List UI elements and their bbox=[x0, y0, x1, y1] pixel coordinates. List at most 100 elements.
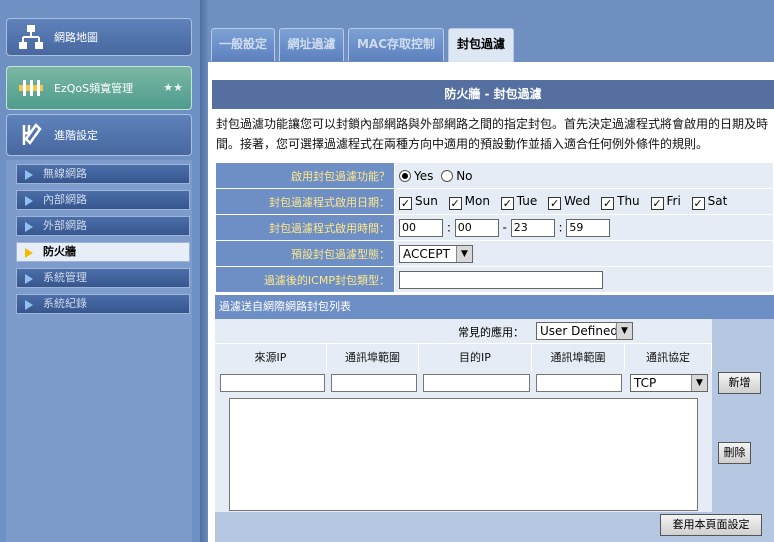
select-value: ACCEPT bbox=[403, 246, 450, 261]
day-label: Sun bbox=[415, 193, 438, 208]
filter-time-label: 封包過濾程式啟用時間： bbox=[215, 214, 395, 241]
time-separator: : bbox=[558, 220, 563, 234]
main-content: 防火牆 - 封包過濾 封包過濾功能讓您可以封鎖內部網路與外部網路之間的指定封包。… bbox=[208, 62, 774, 542]
qos-bandwidth-icon bbox=[19, 80, 43, 96]
col-destination-ip: 目的IP bbox=[419, 344, 532, 372]
sun-checkbox[interactable]: ✓ bbox=[399, 196, 412, 210]
default-filter-type-label: 預設封包過濾型態： bbox=[215, 240, 395, 267]
destination-port-input[interactable] bbox=[536, 374, 622, 392]
page-description: 封包過濾功能讓您可以封鎖內部網路與外部網路之間的指定封包。首先決定過濾程式將會啟… bbox=[216, 114, 772, 154]
sat-checkbox[interactable]: ✓ bbox=[691, 196, 705, 210]
apply-settings-button[interactable]: 套用本頁面設定 bbox=[660, 514, 762, 536]
advanced-settings-button[interactable]: 進階設定 bbox=[6, 114, 192, 156]
common-app-row: 常見的應用： User Defined ▼ bbox=[215, 319, 712, 344]
sidebar-item-label: 外部網路 bbox=[43, 219, 87, 232]
select-value: User Defined bbox=[540, 324, 618, 338]
tab-mac-filter[interactable]: MAC存取控制 bbox=[348, 28, 444, 61]
sidebar-item-label: 防火牆 bbox=[43, 245, 76, 258]
col-source-ip: 來源IP bbox=[215, 344, 327, 372]
sidebar: 網路地圖 EzQoS頻寬管理 ★★ 進階設定 無線網路 內部網路 外部網路 防火… bbox=[0, 0, 200, 542]
time-separator: : bbox=[446, 220, 451, 234]
protocol-select[interactable]: TCP ▼ bbox=[630, 374, 708, 392]
no-label: No bbox=[456, 168, 473, 183]
day-label: Fri bbox=[666, 193, 681, 208]
end-hour-input[interactable]: 23 bbox=[510, 218, 555, 237]
arrow-icon bbox=[25, 196, 33, 206]
sidebar-item-wireless[interactable]: 無線網路 bbox=[16, 164, 190, 184]
sidebar-item-label: 系統管理 bbox=[43, 271, 87, 284]
tab-label: 封包過濾 bbox=[456, 37, 505, 51]
advanced-submenu: 無線網路 內部網路 外部網路 防火牆 系統管理 系統紀錄 bbox=[6, 160, 192, 542]
enable-no-radio[interactable] bbox=[441, 169, 454, 182]
chevron-down-icon: ▼ bbox=[691, 375, 707, 391]
start-hour-input[interactable]: 00 bbox=[399, 218, 443, 237]
filter-settings-form: 啟用封包過濾功能？ Yes No 封包過濾程式啟用日期： ✓ Sun ✓ Mon ✓… bbox=[215, 162, 774, 293]
common-app-label: 常見的應用： bbox=[458, 326, 524, 339]
yes-label: Yes bbox=[414, 168, 434, 183]
stars-icon: ★★ bbox=[163, 81, 183, 94]
ezqos-label: EzQoS頻寬管理 bbox=[54, 82, 134, 95]
time-range-dash: - bbox=[502, 220, 507, 234]
end-minute-input[interactable]: 59 bbox=[566, 218, 611, 237]
description-line: 封包過濾功能讓您可以封鎖內部網路與外部網路之間的指定封包。首先決定過濾程式將會啟… bbox=[216, 117, 769, 131]
delete-rule-button[interactable]: 刪除 bbox=[718, 442, 751, 464]
network-map-label: 網路地圖 bbox=[54, 31, 98, 44]
source-ip-input[interactable] bbox=[220, 374, 325, 392]
col-protocol: 通訊協定 bbox=[625, 344, 712, 372]
tab-label: 網址過濾 bbox=[287, 37, 336, 51]
enable-filter-label: 啟用封包過濾功能？ bbox=[215, 162, 395, 189]
tools-icon bbox=[22, 123, 42, 145]
ezqos-button[interactable]: EzQoS頻寬管理 ★★ bbox=[6, 66, 192, 110]
enable-yes-radio[interactable] bbox=[399, 169, 411, 182]
thu-checkbox[interactable]: ✓ bbox=[601, 196, 615, 210]
tab-label: 一般設定 bbox=[218, 37, 267, 51]
tab-label: MAC存取控制 bbox=[356, 37, 436, 51]
icmp-type-input[interactable] bbox=[399, 270, 603, 289]
chevron-down-icon: ▼ bbox=[616, 323, 632, 339]
day-label: Sat bbox=[707, 193, 728, 208]
col-source-port: 通訊埠範圍 bbox=[327, 344, 419, 372]
arrow-icon bbox=[25, 222, 33, 232]
sidebar-item-lan[interactable]: 內部網路 bbox=[16, 190, 190, 210]
add-rule-button[interactable]: 新增 bbox=[718, 372, 761, 394]
start-minute-input[interactable]: 00 bbox=[454, 218, 499, 237]
tab-packet-filter[interactable]: 封包過濾 bbox=[448, 28, 514, 62]
sidebar-item-firewall[interactable]: 防火牆 bbox=[16, 242, 190, 262]
arrow-icon bbox=[25, 274, 33, 284]
arrow-icon bbox=[25, 170, 33, 180]
default-filter-type-select[interactable]: ACCEPT ▼ bbox=[399, 244, 473, 263]
tab-general[interactable]: 一般設定 bbox=[211, 28, 275, 61]
network-map-icon bbox=[19, 25, 43, 49]
tab-url-filter[interactable]: 網址過濾 bbox=[279, 28, 344, 61]
sidebar-item-system-log[interactable]: 系統紀錄 bbox=[16, 294, 190, 314]
select-value: TCP bbox=[634, 376, 657, 390]
tab-bar: 一般設定 網址過濾 MAC存取控制 封包過濾 bbox=[208, 0, 774, 62]
icmp-type-label: 過濾後的ICMP封包類型： bbox=[215, 266, 395, 293]
page-title: 防火牆 - 封包過濾 bbox=[212, 80, 774, 109]
day-label: Tue bbox=[516, 193, 538, 208]
day-label: Wed bbox=[564, 193, 591, 208]
sidebar-divider bbox=[200, 0, 208, 542]
col-destination-port: 通訊埠範圍 bbox=[532, 344, 625, 372]
tue-checkbox[interactable]: ✓ bbox=[500, 196, 514, 210]
fri-checkbox[interactable]: ✓ bbox=[650, 196, 664, 210]
filter-date-label: 封包過濾程式啟用日期： bbox=[215, 188, 395, 215]
rule-list-box[interactable] bbox=[229, 398, 698, 511]
sidebar-item-wan[interactable]: 外部網路 bbox=[16, 216, 190, 236]
source-port-input[interactable] bbox=[331, 374, 417, 392]
arrow-icon bbox=[25, 300, 33, 310]
day-label: Thu bbox=[617, 193, 640, 208]
mon-checkbox[interactable]: ✓ bbox=[448, 196, 462, 210]
common-app-select[interactable]: User Defined ▼ bbox=[536, 322, 633, 340]
sidebar-item-label: 無線網路 bbox=[43, 167, 87, 180]
sidebar-item-label: 內部網路 bbox=[43, 193, 87, 206]
sidebar-item-label: 系統紀錄 bbox=[43, 297, 87, 310]
chevron-down-icon: ▼ bbox=[456, 245, 472, 262]
description-line: 間。接著，您可選擇過濾程式在兩種方向中適用的預設動作並插入適合任何例外條件的規則… bbox=[216, 137, 709, 151]
packet-list-title: 過濾送自網際網路封包列表 bbox=[215, 295, 774, 319]
network-map-button[interactable]: 網路地圖 bbox=[6, 18, 192, 56]
day-label: Mon bbox=[464, 193, 490, 208]
destination-ip-input[interactable] bbox=[423, 374, 530, 392]
wed-checkbox[interactable]: ✓ bbox=[548, 196, 562, 210]
sidebar-item-administration[interactable]: 系統管理 bbox=[16, 268, 190, 288]
